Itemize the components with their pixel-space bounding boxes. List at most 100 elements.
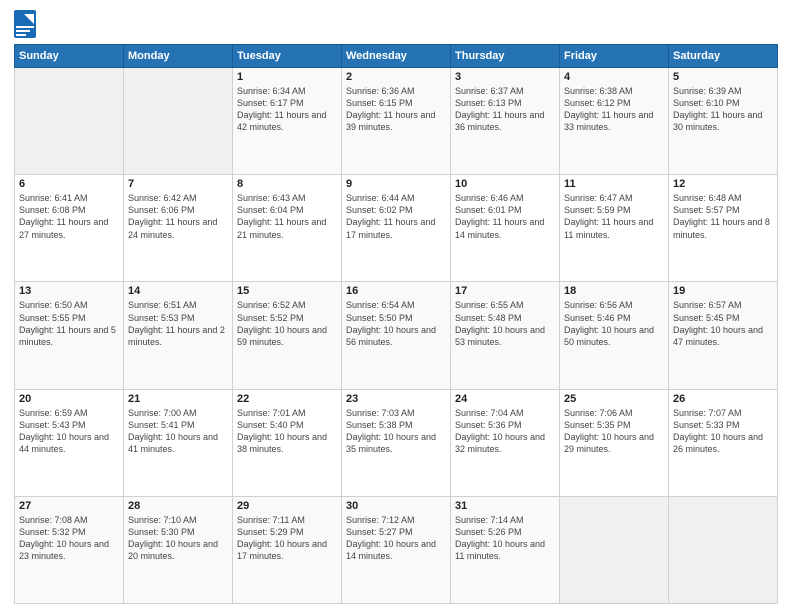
day-info: Sunrise: 7:00 AM Sunset: 5:41 PM Dayligh… — [128, 407, 228, 456]
day-cell: 27 Sunrise: 7:08 AM Sunset: 5:32 PM Dayli… — [15, 496, 124, 603]
day-info: Sunrise: 7:07 AM Sunset: 5:33 PM Dayligh… — [673, 407, 773, 456]
day-info: Sunrise: 6:38 AM Sunset: 6:12 PM Dayligh… — [564, 85, 664, 134]
day-cell: 18 Sunrise: 6:56 AM Sunset: 5:46 PM Dayli… — [560, 282, 669, 389]
day-of-week-sunday: Sunday — [15, 45, 124, 68]
day-info: Sunrise: 6:42 AM Sunset: 6:06 PM Dayligh… — [128, 192, 228, 241]
day-number: 20 — [19, 393, 119, 405]
logo — [14, 10, 40, 38]
day-info: Sunrise: 6:48 AM Sunset: 5:57 PM Dayligh… — [673, 192, 773, 241]
day-cell: 1Sunrise: 6:34 AM Sunset: 6:17 PM Daylig… — [233, 68, 342, 175]
day-info: Sunrise: 6:50 AM Sunset: 5:55 PM Dayligh… — [19, 299, 119, 348]
day-cell: 26 Sunrise: 7:07 AM Sunset: 5:33 PM Dayli… — [669, 389, 778, 496]
day-cell: 3Sunrise: 6:37 AM Sunset: 6:13 PM Daylig… — [451, 68, 560, 175]
day-number: 8 — [237, 178, 337, 190]
day-info: Sunrise: 7:14 AM Sunset: 5:26 PM Dayligh… — [455, 514, 555, 563]
day-of-week-thursday: Thursday — [451, 45, 560, 68]
day-info: Sunrise: 6:46 AM Sunset: 6:01 PM Dayligh… — [455, 192, 555, 241]
day-info: Sunrise: 6:57 AM Sunset: 5:45 PM Dayligh… — [673, 299, 773, 348]
day-info: Sunrise: 7:03 AM Sunset: 5:38 PM Dayligh… — [346, 407, 446, 456]
day-of-week-friday: Friday — [560, 45, 669, 68]
day-number: 26 — [673, 393, 773, 405]
day-cell: 29 Sunrise: 7:11 AM Sunset: 5:29 PM Dayli… — [233, 496, 342, 603]
day-info: Sunrise: 7:06 AM Sunset: 5:35 PM Dayligh… — [564, 407, 664, 456]
day-number: 23 — [346, 393, 446, 405]
day-cell: 10 Sunrise: 6:46 AM Sunset: 6:01 PM Dayli… — [451, 175, 560, 282]
calendar-body: 1Sunrise: 6:34 AM Sunset: 6:17 PM Daylig… — [15, 68, 778, 604]
day-info: Sunrise: 6:34 AM Sunset: 6:17 PM Dayligh… — [237, 85, 337, 134]
day-number: 17 — [455, 285, 555, 297]
day-number: 15 — [237, 285, 337, 297]
day-info: Sunrise: 7:10 AM Sunset: 5:30 PM Dayligh… — [128, 514, 228, 563]
day-info: Sunrise: 7:01 AM Sunset: 5:40 PM Dayligh… — [237, 407, 337, 456]
day-cell: 25 Sunrise: 7:06 AM Sunset: 5:35 PM Dayli… — [560, 389, 669, 496]
day-number: 31 — [455, 500, 555, 512]
day-of-week-monday: Monday — [124, 45, 233, 68]
day-number: 18 — [564, 285, 664, 297]
day-number: 27 — [19, 500, 119, 512]
day-info: Sunrise: 6:43 AM Sunset: 6:04 PM Dayligh… — [237, 192, 337, 241]
day-number: 28 — [128, 500, 228, 512]
day-cell: 14 Sunrise: 6:51 AM Sunset: 5:53 PM Dayli… — [124, 282, 233, 389]
day-info: Sunrise: 6:51 AM Sunset: 5:53 PM Dayligh… — [128, 299, 228, 348]
day-info: Sunrise: 6:54 AM Sunset: 5:50 PM Dayligh… — [346, 299, 446, 348]
week-row-0: 1Sunrise: 6:34 AM Sunset: 6:17 PM Daylig… — [15, 68, 778, 175]
day-cell — [15, 68, 124, 175]
day-cell: 15Sunrise: 6:52 AM Sunset: 5:52 PM Dayli… — [233, 282, 342, 389]
day-cell: 19Sunrise: 6:57 AM Sunset: 5:45 PM Dayli… — [669, 282, 778, 389]
day-info: Sunrise: 7:08 AM Sunset: 5:32 PM Dayligh… — [19, 514, 119, 563]
day-info: Sunrise: 6:41 AM Sunset: 6:08 PM Dayligh… — [19, 192, 119, 241]
day-number: 6 — [19, 178, 119, 190]
day-cell: 28 Sunrise: 7:10 AM Sunset: 5:30 PM Dayli… — [124, 496, 233, 603]
day-number: 5 — [673, 71, 773, 83]
day-number: 11 — [564, 178, 664, 190]
day-info: Sunrise: 6:47 AM Sunset: 5:59 PM Dayligh… — [564, 192, 664, 241]
day-cell: 5 Sunrise: 6:39 AM Sunset: 6:10 PM Daylig… — [669, 68, 778, 175]
day-cell — [669, 496, 778, 603]
day-info: Sunrise: 6:56 AM Sunset: 5:46 PM Dayligh… — [564, 299, 664, 348]
day-info: Sunrise: 6:37 AM Sunset: 6:13 PM Dayligh… — [455, 85, 555, 134]
day-number: 24 — [455, 393, 555, 405]
day-info: Sunrise: 6:39 AM Sunset: 6:10 PM Dayligh… — [673, 85, 773, 134]
day-number: 12 — [673, 178, 773, 190]
day-of-week-saturday: Saturday — [669, 45, 778, 68]
day-cell: 8 Sunrise: 6:43 AM Sunset: 6:04 PM Daylig… — [233, 175, 342, 282]
day-info: Sunrise: 7:11 AM Sunset: 5:29 PM Dayligh… — [237, 514, 337, 563]
day-info: Sunrise: 6:59 AM Sunset: 5:43 PM Dayligh… — [19, 407, 119, 456]
day-cell: 21 Sunrise: 7:00 AM Sunset: 5:41 PM Dayli… — [124, 389, 233, 496]
day-info: Sunrise: 7:04 AM Sunset: 5:36 PM Dayligh… — [455, 407, 555, 456]
day-of-week-tuesday: Tuesday — [233, 45, 342, 68]
header-row: SundayMondayTuesdayWednesdayThursdayFrid… — [15, 45, 778, 68]
calendar-header: SundayMondayTuesdayWednesdayThursdayFrid… — [15, 45, 778, 68]
day-cell: 11 Sunrise: 6:47 AM Sunset: 5:59 PM Dayli… — [560, 175, 669, 282]
day-cell — [124, 68, 233, 175]
day-number: 4 — [564, 71, 664, 83]
day-cell: 4 Sunrise: 6:38 AM Sunset: 6:12 PM Daylig… — [560, 68, 669, 175]
day-cell: 31 Sunrise: 7:14 AM Sunset: 5:26 PM Dayli… — [451, 496, 560, 603]
day-cell: 23 Sunrise: 7:03 AM Sunset: 5:38 PM Dayli… — [342, 389, 451, 496]
day-number: 14 — [128, 285, 228, 297]
day-info: Sunrise: 6:55 AM Sunset: 5:48 PM Dayligh… — [455, 299, 555, 348]
day-number: 21 — [128, 393, 228, 405]
day-info: Sunrise: 6:36 AM Sunset: 6:15 PM Dayligh… — [346, 85, 446, 134]
day-number: 2 — [346, 71, 446, 83]
day-number: 29 — [237, 500, 337, 512]
day-cell: 22 Sunrise: 7:01 AM Sunset: 5:40 PM Dayli… — [233, 389, 342, 496]
day-of-week-wednesday: Wednesday — [342, 45, 451, 68]
day-number: 16 — [346, 285, 446, 297]
day-cell: 7Sunrise: 6:42 AM Sunset: 6:06 PM Daylig… — [124, 175, 233, 282]
day-cell — [560, 496, 669, 603]
day-cell: 9Sunrise: 6:44 AM Sunset: 6:02 PM Daylig… — [342, 175, 451, 282]
day-cell: 12 Sunrise: 6:48 AM Sunset: 5:57 PM Dayli… — [669, 175, 778, 282]
day-cell: 2 Sunrise: 6:36 AM Sunset: 6:15 PM Daylig… — [342, 68, 451, 175]
week-row-2: 13 Sunrise: 6:50 AM Sunset: 5:55 PM Dayli… — [15, 282, 778, 389]
day-cell: 16 Sunrise: 6:54 AM Sunset: 5:50 PM Dayli… — [342, 282, 451, 389]
day-number: 25 — [564, 393, 664, 405]
header — [14, 10, 778, 38]
calendar-table: SundayMondayTuesdayWednesdayThursdayFrid… — [14, 44, 778, 604]
day-number: 10 — [455, 178, 555, 190]
week-row-3: 20 Sunrise: 6:59 AM Sunset: 5:43 PM Dayli… — [15, 389, 778, 496]
day-cell: 13 Sunrise: 6:50 AM Sunset: 5:55 PM Dayli… — [15, 282, 124, 389]
day-number: 22 — [237, 393, 337, 405]
week-row-4: 27 Sunrise: 7:08 AM Sunset: 5:32 PM Dayli… — [15, 496, 778, 603]
day-number: 13 — [19, 285, 119, 297]
